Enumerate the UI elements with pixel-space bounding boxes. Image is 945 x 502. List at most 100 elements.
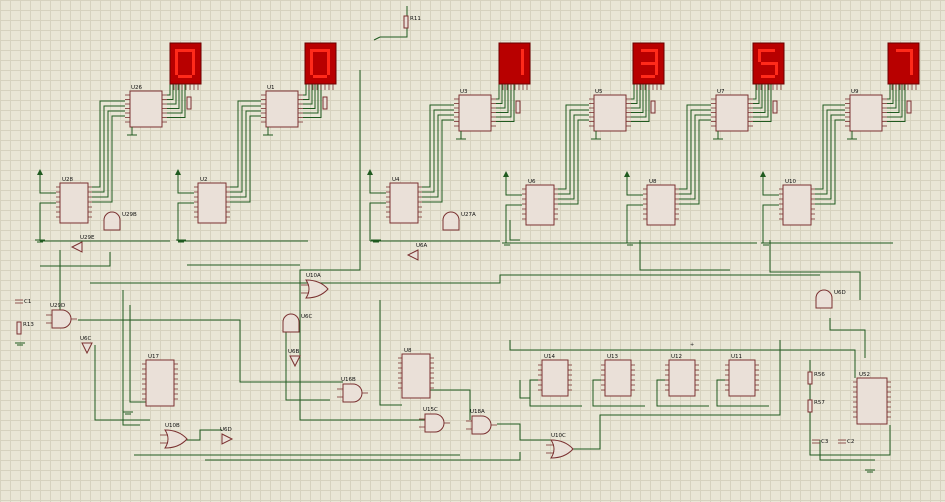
resistor <box>322 96 328 110</box>
segment-a <box>313 49 327 52</box>
chip-body <box>401 353 431 399</box>
wire <box>299 70 361 290</box>
segment-d <box>641 75 655 78</box>
resistor <box>807 399 813 413</box>
gate-label: U16B <box>341 377 356 383</box>
segment-d <box>761 75 775 78</box>
gate-label: U10A <box>306 273 321 279</box>
not-gate <box>406 249 419 261</box>
wire <box>769 240 861 300</box>
wire <box>285 332 330 401</box>
wire <box>92 110 125 198</box>
gate-label: U6C <box>301 314 313 320</box>
wire <box>505 177 522 196</box>
seven-segment-display <box>752 42 785 90</box>
segment-e <box>175 62 178 75</box>
chip-body <box>265 90 299 128</box>
capacitor-label: C2 <box>847 439 854 445</box>
chip-label: U17 <box>148 354 160 360</box>
and-gate <box>466 415 497 435</box>
wire <box>369 175 386 194</box>
counter-chip <box>398 353 434 399</box>
and-gate <box>282 313 300 333</box>
segment-c <box>655 62 658 75</box>
wire <box>753 84 757 100</box>
chip-body <box>646 184 676 226</box>
segment-a <box>761 49 775 52</box>
wire <box>815 114 845 200</box>
wire <box>815 109 845 195</box>
chip-label: U4 <box>392 177 400 183</box>
chip-label: U1 <box>267 85 275 91</box>
capacitor-label: C3 <box>821 439 829 445</box>
cursor-marker: + <box>690 342 694 348</box>
timer-chip <box>853 377 891 425</box>
resistor <box>16 321 22 335</box>
power-arrow <box>624 171 630 177</box>
chip-label: U5 <box>595 89 603 95</box>
resistor <box>403 15 409 29</box>
wire <box>626 177 643 196</box>
wire <box>303 84 313 105</box>
resistor-label: R57 <box>814 400 825 406</box>
resistor-body <box>807 371 813 385</box>
wire <box>380 30 408 38</box>
wire <box>177 175 194 194</box>
power-arrow <box>175 169 181 175</box>
gate-label: U29D <box>50 303 65 309</box>
gate-label: U10C <box>551 433 566 439</box>
wire <box>78 319 343 383</box>
wire <box>422 114 454 198</box>
resistor <box>515 100 521 114</box>
gate-body <box>51 309 72 329</box>
chip-body <box>604 359 632 397</box>
chip-label: U2 <box>200 177 208 183</box>
segment-b <box>910 49 913 62</box>
resistor <box>650 100 656 114</box>
chip-label: U28 <box>62 177 74 183</box>
power-arrow <box>37 169 43 175</box>
chip-label: U8 <box>649 179 657 185</box>
wire <box>519 380 530 399</box>
resistor-label: R13 <box>23 322 34 328</box>
segment-a <box>896 49 910 52</box>
chip-body <box>525 184 555 226</box>
segment-g <box>761 62 775 65</box>
resistor <box>186 96 192 110</box>
wire <box>631 84 635 100</box>
wire <box>167 84 171 96</box>
capacitor-label: C1 <box>24 299 31 305</box>
and-gate <box>419 413 450 433</box>
chip-label: U8 <box>404 348 412 354</box>
wire <box>122 290 140 426</box>
segment-f <box>758 49 761 62</box>
chip-body <box>458 94 492 132</box>
wire <box>496 84 500 100</box>
gate-body <box>81 342 93 355</box>
wire <box>230 110 261 198</box>
segment-f <box>175 49 178 62</box>
segment-b <box>192 49 195 62</box>
gate-body <box>282 313 300 333</box>
gate-body <box>342 383 363 403</box>
or-gate <box>160 429 188 449</box>
segment-b <box>521 49 524 62</box>
wire <box>829 318 866 358</box>
gate-label: U6A <box>416 243 428 249</box>
segment-c <box>910 62 913 75</box>
gate-label: U29B <box>122 212 137 218</box>
chip-body <box>856 377 888 425</box>
gate-body <box>424 413 445 433</box>
schematic-canvas[interactable]: U26 U1 U3 U5 U7 U9 U28 U2 U4 U6 U8 U10 U14 U13 U12 U11 U… <box>0 0 945 502</box>
chip-label: U13 <box>607 354 619 360</box>
gate-label: U6D <box>220 427 232 433</box>
gate-label: U6B <box>288 349 300 355</box>
gate-label: U10B <box>165 423 180 429</box>
wire <box>558 114 589 200</box>
chip-body <box>728 359 756 397</box>
gate-body <box>221 433 234 445</box>
gate-label: U6D <box>834 290 846 296</box>
circuit-schematic[interactable]: U26 U1 U3 U5 U7 U9 U28 U2 U4 U6 U8 U10 U14 U13 U12 U11 U… <box>0 0 945 502</box>
gate-label: U6C <box>80 336 92 342</box>
power-arrow <box>367 169 373 175</box>
